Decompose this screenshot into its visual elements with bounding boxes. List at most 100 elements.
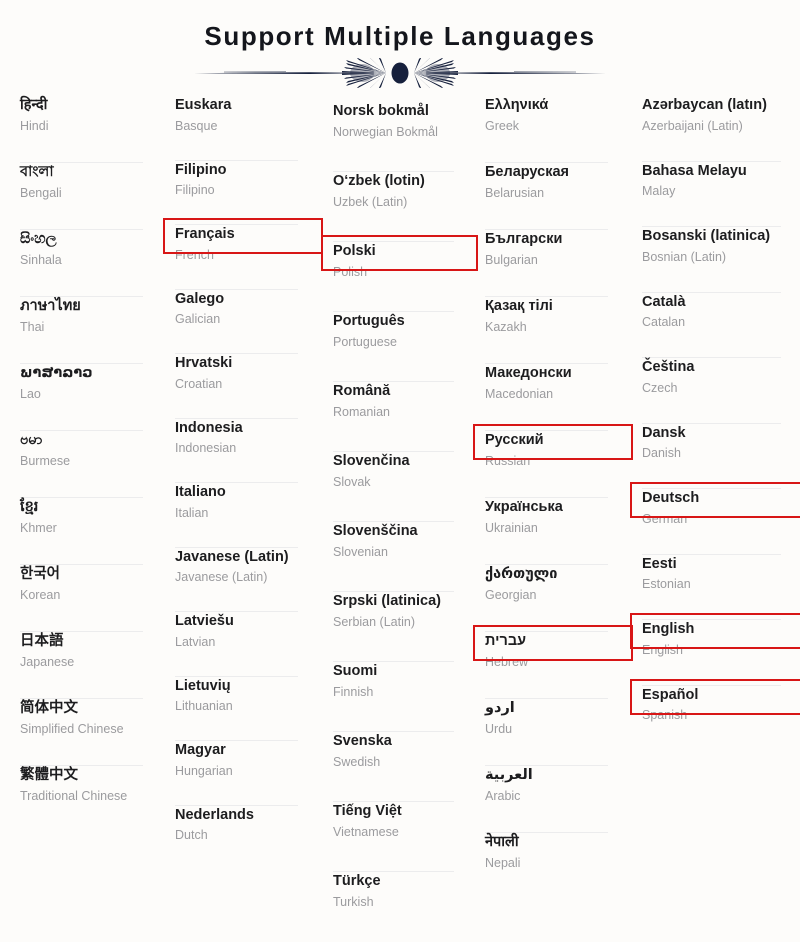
language-english-name: Finnish <box>333 684 374 699</box>
language-native-name: Română <box>333 383 391 399</box>
language-native-name: Nederlands <box>175 806 254 823</box>
language-english-name: Polish <box>333 264 368 279</box>
language-english-name: Hebrew <box>485 654 529 669</box>
language-english-name: Javanese (Latin) <box>175 570 268 585</box>
language-native-name: Indonesia <box>175 419 243 436</box>
language-english-name: Uzbek (Latin) <box>333 194 408 209</box>
language-item[interactable]: ქართული Georgian <box>485 565 625 632</box>
language-native-name: हिन्दी <box>20 97 48 113</box>
language-native-name: English <box>642 621 695 637</box>
language-item[interactable]: বাংলা Bengali <box>20 163 160 230</box>
language-item[interactable]: Беларуская Belarusian <box>485 163 625 230</box>
language-item[interactable]: Polski Polish <box>321 235 478 312</box>
language-item[interactable]: ខ្មែរ Khmer <box>20 498 160 565</box>
language-item[interactable]: Norsk bokmål Norwegian Bokmål <box>333 102 470 172</box>
language-item[interactable]: Tiếng Việt Vietnamese <box>333 802 470 872</box>
language-column-2: Euskara Basque Filipino Filipino Français Fre… <box>160 92 323 871</box>
language-english-name: Serbian (Latin) <box>333 614 415 629</box>
language-item[interactable]: Русский Russian <box>473 424 633 498</box>
language-item[interactable]: Suomi Finnish <box>333 662 470 732</box>
language-item[interactable]: Latviešu Latvian <box>175 612 315 677</box>
language-item[interactable]: Slovenščina Slovenian <box>333 522 470 592</box>
language-item[interactable]: Javanese (Latin) Javanese (Latin) <box>175 548 315 613</box>
language-native-name: Eesti <box>642 555 677 572</box>
language-english-name: Hindi <box>20 118 49 133</box>
language-item[interactable]: Azərbaycan (latın) Azerbaijani (Latin) <box>642 96 800 162</box>
language-item[interactable]: 한국어 Korean <box>20 565 160 632</box>
language-item[interactable]: Қазақ тілі Kazakh <box>485 297 625 364</box>
language-item[interactable]: हिन्दी Hindi <box>20 96 160 163</box>
language-native-name: 繁體中文 <box>20 767 78 783</box>
language-native-name: Srpski (latinica) <box>333 593 441 609</box>
language-item[interactable]: Dansk Danish <box>642 424 800 490</box>
language-item[interactable]: Hrvatski Croatian <box>175 354 315 419</box>
language-native-name: Български <box>485 231 563 247</box>
language-english-name: Lao <box>20 386 41 401</box>
language-item[interactable]: Lietuvių Lithuanian <box>175 677 315 742</box>
language-item[interactable]: Português Portuguese <box>333 312 470 382</box>
language-item[interactable]: Українська Ukrainian <box>485 498 625 565</box>
language-english-name: Khmer <box>20 520 57 535</box>
language-item[interactable]: Slovenčina Slovak <box>333 452 470 522</box>
language-item[interactable]: नेपाली Nepali <box>485 833 625 900</box>
language-column-5: Azərbaycan (latın) Azerbaijani (Latin) Bah… <box>625 92 800 751</box>
language-native-name: Suomi <box>333 663 378 679</box>
language-native-name: Bosanski (latinica) <box>642 228 771 244</box>
language-item[interactable]: 日本語 Japanese <box>20 632 160 699</box>
language-native-name: বাংলা <box>20 164 54 180</box>
language-native-name: O‘zbek (lotin) <box>333 173 425 189</box>
language-english-name: Traditional Chinese <box>20 788 128 803</box>
language-english-name: Nepali <box>485 855 521 870</box>
language-english-name: Latvian <box>175 634 216 649</box>
language-item[interactable]: עברית Hebrew <box>473 625 633 699</box>
language-item[interactable]: Română Romanian <box>333 382 470 452</box>
language-english-name: Lithuanian <box>175 699 233 714</box>
language-native-name: Javanese (Latin) <box>175 548 289 565</box>
language-item[interactable]: Magyar Hungarian <box>175 741 315 806</box>
language-item[interactable]: Italiano Italian <box>175 483 315 548</box>
language-item[interactable]: Bosanski (latinica) Bosnian (Latin) <box>642 227 800 293</box>
language-english-name: Macedonian <box>485 386 554 401</box>
language-item[interactable]: Français French <box>163 218 323 290</box>
language-native-name: Português <box>333 313 405 329</box>
language-item[interactable]: Español Spanish <box>630 678 800 752</box>
language-english-name: French <box>175 247 214 262</box>
language-item[interactable]: Български Bulgarian <box>485 230 625 297</box>
language-english-name: Japanese <box>20 654 75 669</box>
language-item[interactable]: ဗမာ Burmese <box>20 431 160 498</box>
language-item[interactable]: Svenska Swedish <box>333 732 470 802</box>
language-item[interactable]: Srpski (latinica) Serbian (Latin) <box>333 592 470 662</box>
language-native-name: Bahasa Melayu <box>642 162 747 179</box>
language-item[interactable]: Galego Galician <box>175 290 315 355</box>
language-item[interactable]: සිංහල Sinhala <box>20 230 160 297</box>
language-item[interactable]: 简体中文 Simplified Chinese <box>20 699 160 766</box>
language-item[interactable]: Bahasa Melayu Malay <box>642 162 800 228</box>
language-item[interactable]: ภาษาไทย Thai <box>20 297 160 364</box>
language-item[interactable]: English English <box>630 613 800 686</box>
language-item[interactable]: Filipino Filipino <box>175 161 315 226</box>
language-item[interactable]: Deutsch German <box>630 482 800 555</box>
language-native-name: ภาษาไทย <box>20 298 81 314</box>
language-native-name: Slovenščina <box>333 523 418 539</box>
language-item[interactable]: اردو Urdu <box>485 699 625 766</box>
language-item[interactable]: Македонски Macedonian <box>485 364 625 431</box>
language-item[interactable]: Nederlands Dutch <box>175 806 315 871</box>
language-native-name: සිංහල <box>20 231 57 247</box>
language-item[interactable]: Indonesia Indonesian <box>175 419 315 484</box>
language-native-name: Čeština <box>642 359 695 375</box>
language-item[interactable]: Ελληνικά Greek <box>485 96 625 163</box>
language-item[interactable]: Euskara Basque <box>175 96 315 161</box>
language-item[interactable]: O‘zbek (lotin) Uzbek (Latin) <box>333 172 470 242</box>
language-item[interactable]: Eesti Estonian <box>642 555 800 621</box>
language-native-name: ພາສາລາວ <box>20 365 93 381</box>
language-native-name: Hrvatski <box>175 355 233 371</box>
language-item[interactable]: ພາສາລາວ Lao <box>20 364 160 431</box>
ornamental-divider-svg <box>194 57 606 88</box>
language-item[interactable]: Čeština Czech <box>642 358 800 424</box>
language-native-name: Українська <box>485 499 563 515</box>
language-english-name: Norwegian Bokmål <box>333 124 438 139</box>
language-native-name: اردو <box>485 700 515 716</box>
language-native-name: Azərbaycan (latın) <box>642 97 767 113</box>
language-item[interactable]: Türkçe Turkish <box>333 872 470 942</box>
language-item[interactable]: Català Catalan <box>642 293 800 359</box>
